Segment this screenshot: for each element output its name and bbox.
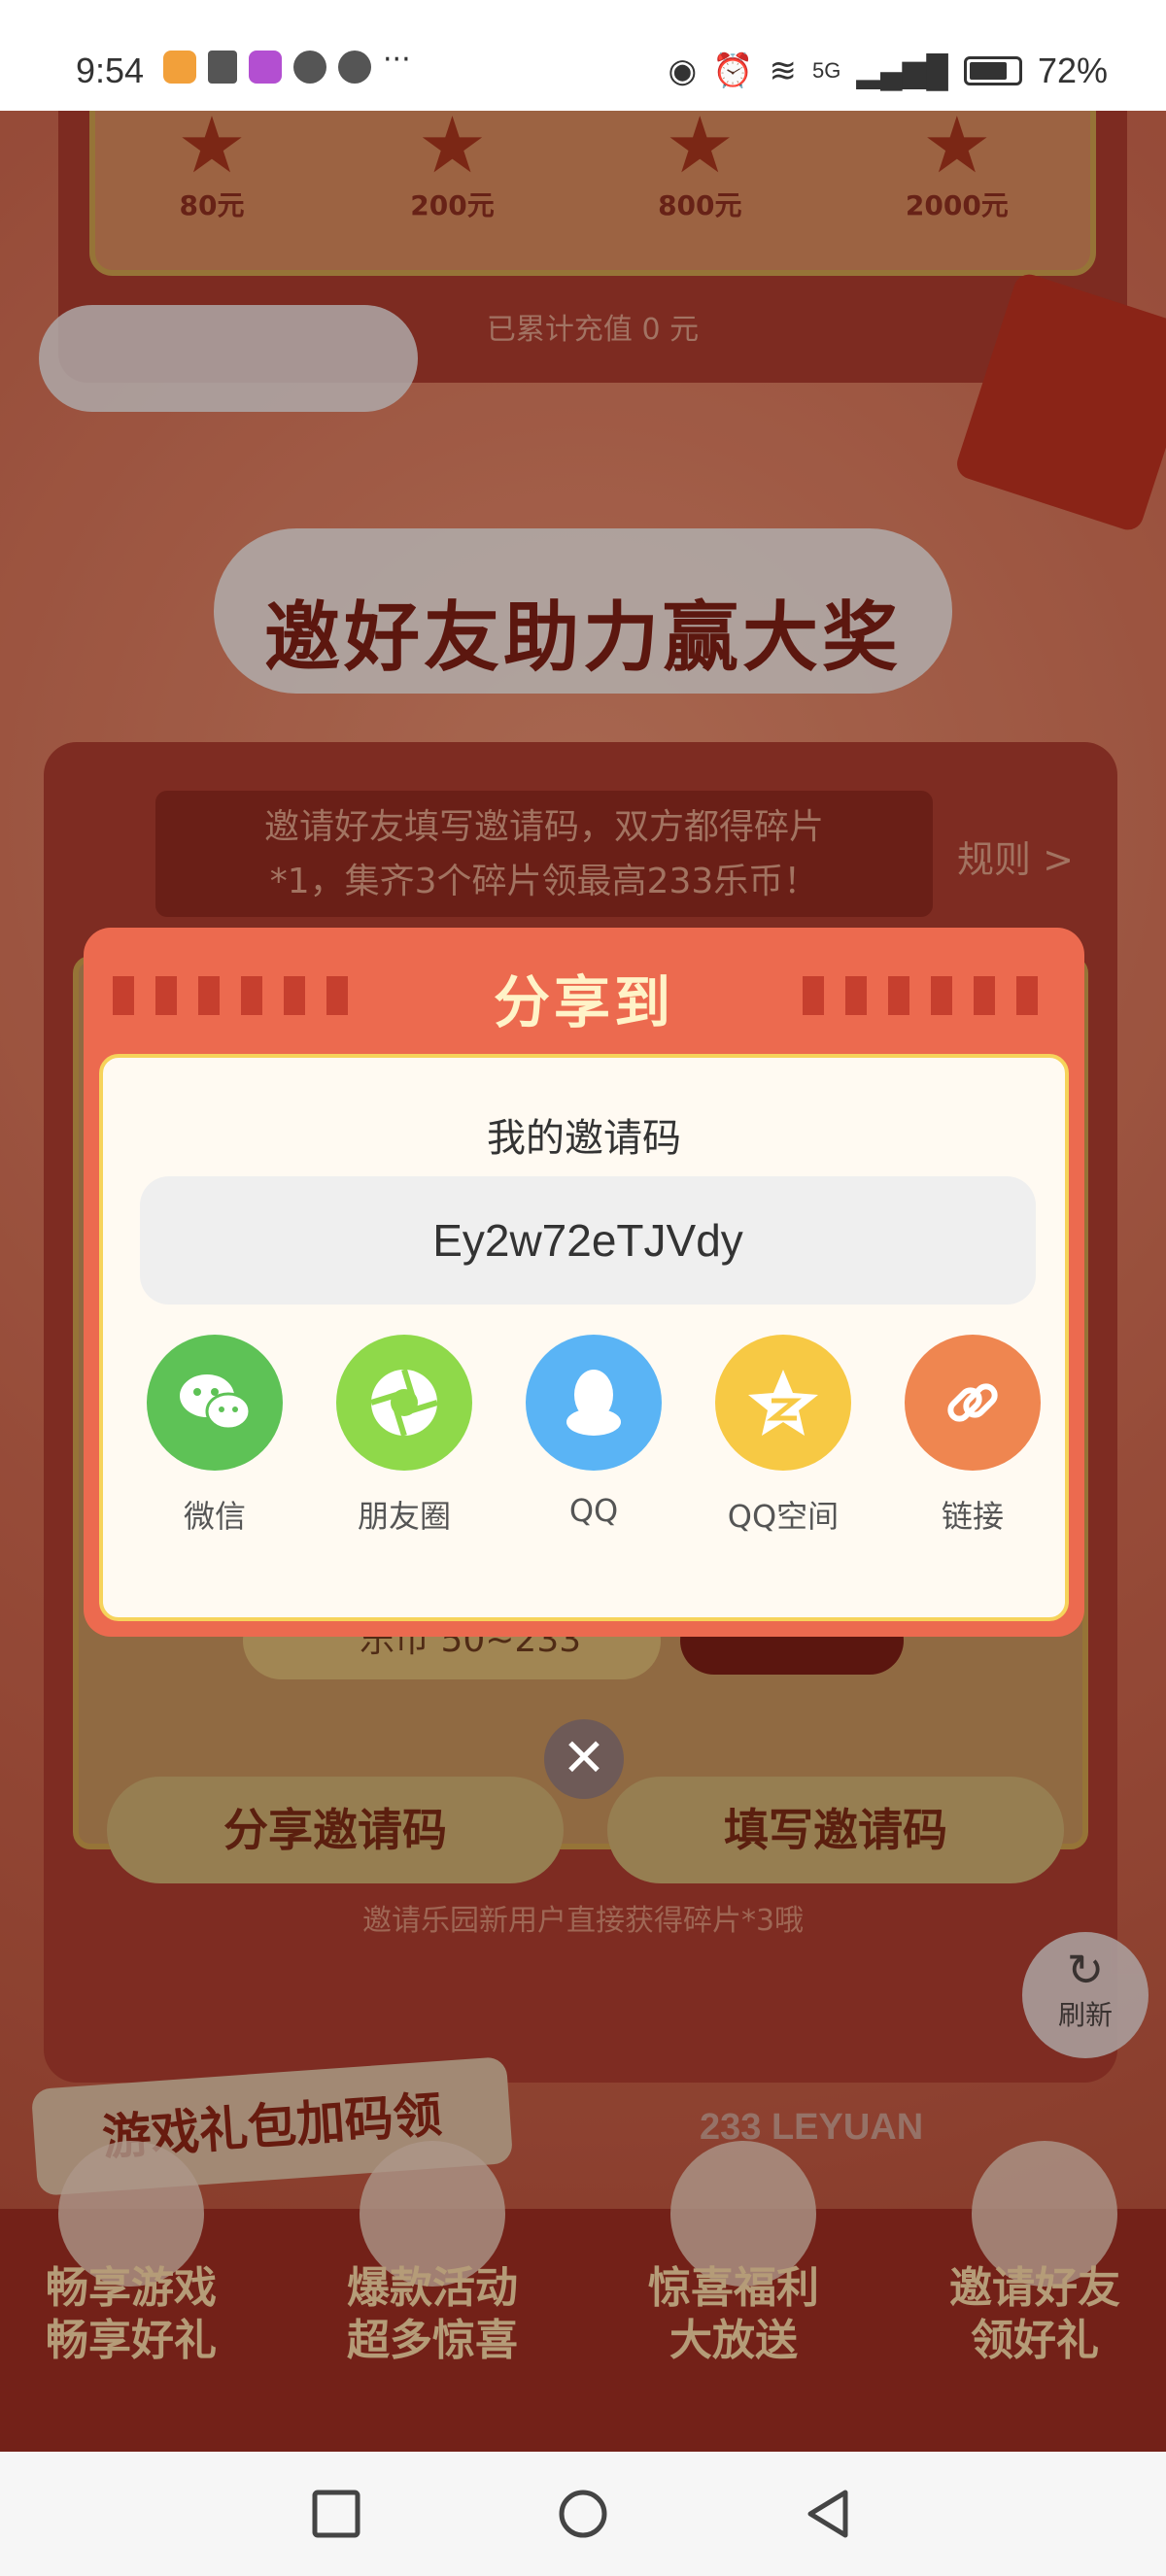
home-button[interactable] bbox=[556, 2487, 610, 2541]
moments-icon bbox=[336, 1335, 472, 1471]
battery-percent: 72% bbox=[1037, 51, 1108, 90]
wifi-icon: ≋ bbox=[769, 52, 798, 89]
back-button[interactable] bbox=[803, 2487, 857, 2541]
recents-button[interactable] bbox=[309, 2487, 363, 2541]
more-notifications-icon: ··· bbox=[383, 43, 411, 77]
share-label: 微信 bbox=[183, 1498, 246, 1535]
link-icon bbox=[905, 1335, 1041, 1471]
close-modal-button[interactable]: ✕ bbox=[544, 1719, 624, 1799]
eye-comfort-icon: ◉ bbox=[668, 52, 698, 89]
share-label: 朋友圈 bbox=[357, 1498, 451, 1535]
qzone-icon bbox=[715, 1335, 851, 1471]
share-wechat-button[interactable]: 微信 bbox=[132, 1335, 297, 1537]
system-icons: ◉ ⏰ ≋ 5G ▂▄▆█ 72% bbox=[669, 51, 1109, 91]
share-moments-button[interactable]: 朋友圈 bbox=[322, 1335, 487, 1537]
share-modal: 分享到 我的邀请码 Ey2w72eTJVdy 微信 朋友圈 QQ QQ空间 链接 bbox=[84, 928, 1084, 1637]
alarm-icon: ⏰ bbox=[712, 52, 754, 89]
qq-icon bbox=[526, 1335, 662, 1471]
video-app-icon bbox=[249, 51, 282, 84]
notification-icons: ··· bbox=[163, 43, 422, 84]
share-qq-button[interactable]: QQ bbox=[511, 1335, 676, 1529]
app-notification-icon bbox=[163, 51, 196, 84]
share-qzone-button[interactable]: QQ空间 bbox=[701, 1335, 866, 1537]
invite-code-label: 我的邀请码 bbox=[487, 1116, 681, 1161]
message-notification-icon bbox=[338, 51, 371, 84]
app-notification-icon bbox=[208, 51, 237, 84]
share-label: QQ bbox=[568, 1492, 619, 1529]
modal-title: 分享到 bbox=[493, 969, 674, 1035]
wechat-notification-icon bbox=[293, 51, 326, 84]
system-nav-bar bbox=[0, 2452, 1166, 2576]
signal-icon: 5G bbox=[812, 58, 841, 83]
signal-bars-icon: ▂▄▆█ bbox=[856, 53, 948, 88]
status-bar: 9:54 ··· ◉ ⏰ ≋ 5G ▂▄▆█ 72% bbox=[0, 0, 1166, 111]
share-label: 链接 bbox=[941, 1498, 1004, 1535]
share-link-button[interactable]: 链接 bbox=[890, 1335, 1055, 1537]
close-icon: ✕ bbox=[562, 1727, 606, 1788]
modal-body: 我的邀请码 Ey2w72eTJVdy 微信 朋友圈 QQ QQ空间 链接 bbox=[99, 1054, 1069, 1621]
wechat-icon bbox=[147, 1335, 283, 1471]
battery-icon bbox=[963, 56, 1022, 85]
invite-code-field[interactable]: Ey2w72eTJVdy bbox=[140, 1176, 1036, 1305]
status-time: 9:54 bbox=[76, 51, 145, 90]
share-label: QQ空间 bbox=[727, 1498, 840, 1535]
